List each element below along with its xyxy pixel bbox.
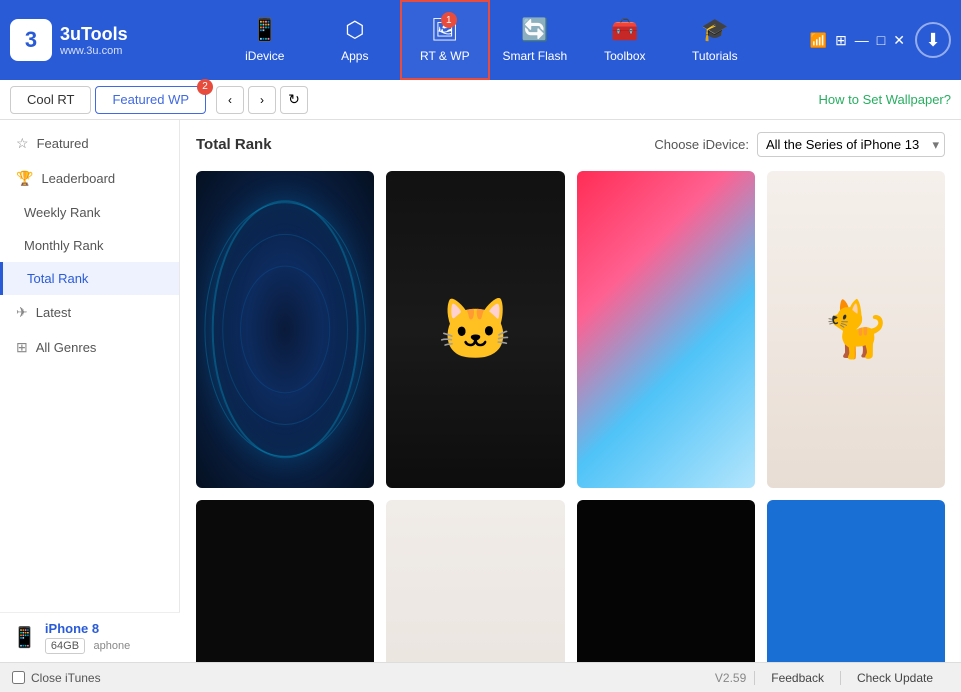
device-type: aphone xyxy=(94,640,131,652)
nav-apps[interactable]: ⬡ Apps xyxy=(310,0,400,80)
sidebar-item-leaderboard[interactable]: 🏆 Leaderboard xyxy=(0,161,179,196)
latest-icon: ✈ xyxy=(16,304,28,321)
nav-apps-label: Apps xyxy=(341,49,368,63)
device-storage: 64GB xyxy=(45,638,85,654)
wallpaper-thumb-8: 🌍 xyxy=(767,500,945,662)
content-title: Total Rank xyxy=(196,136,272,153)
logo-text: 3uTools www.3u.com xyxy=(60,24,128,57)
close-icon[interactable]: ✕ xyxy=(893,32,905,49)
wallpaper-item-6[interactable] xyxy=(386,500,564,662)
nav-idevice-label: iDevice xyxy=(245,49,284,63)
top-nav: 3 3uTools www.3u.com 📱 iDevice ⬡ Apps 1 … xyxy=(0,0,961,80)
wallpaper-thumb-2: 🐱 xyxy=(386,171,564,488)
wallpaper-thumb-3 xyxy=(577,171,755,488)
grid-icon: ⊞ xyxy=(835,32,847,49)
nav-tutorials-label: Tutorials xyxy=(692,49,738,63)
allgenres-icon: ⊞ xyxy=(16,339,28,356)
nav-arrows: ‹ › xyxy=(216,86,276,114)
sidebar-item-allgenres[interactable]: ⊞ All Genres xyxy=(0,330,179,365)
rtwp-badge: 1 xyxy=(441,12,457,28)
leaderboard-icon: 🏆 xyxy=(16,170,33,187)
wallpaper-thumb-6 xyxy=(386,500,564,662)
device-select-area: Choose iDevice: All the Series of iPhone… xyxy=(654,132,945,157)
wallpaper-item-2[interactable]: 🐱 xyxy=(386,171,564,488)
toolbox-icon: 🧰 xyxy=(611,17,638,43)
device-select[interactable]: All the Series of iPhone 13 xyxy=(757,132,945,157)
close-itunes-label: Close iTunes xyxy=(31,671,101,685)
sidebar: ☆ Featured 🏆 Leaderboard Weekly Rank Mon… xyxy=(0,120,180,662)
sidebar-item-weeklyrank[interactable]: Weekly Rank xyxy=(0,196,179,229)
close-itunes-checkbox[interactable] xyxy=(12,671,25,684)
coolrt-tab[interactable]: Cool RT xyxy=(10,86,91,114)
wallpaper-item-5[interactable]: 🌺 xyxy=(196,500,374,662)
nav-items: 📱 iDevice ⬡ Apps 1 🖼 RT & WP 🔄 Smart Fla… xyxy=(170,0,810,80)
featuredwp-tab[interactable]: Featured WP 2 xyxy=(95,86,206,114)
logo-area: 3 3uTools www.3u.com xyxy=(10,19,170,61)
sidebar-item-totalrank[interactable]: Total Rank xyxy=(0,262,179,295)
app-url: www.3u.com xyxy=(60,45,128,57)
status-left: Close iTunes xyxy=(12,671,101,685)
apps-icon: ⬡ xyxy=(345,17,364,43)
tutorials-icon: 🎓 xyxy=(701,17,728,43)
maximize-icon[interactable]: □ xyxy=(877,32,885,49)
nav-toolbox-label: Toolbox xyxy=(604,49,645,63)
cat-image: 🐱 xyxy=(386,171,564,488)
nav-right: 📶 ⊞ — □ ✕ ⬇ xyxy=(810,22,951,58)
system-icons: 📶 ⊞ — □ ✕ xyxy=(810,32,905,49)
wallpaper-thumb-5: 🌺 xyxy=(196,500,374,662)
content-header: Total Rank Choose iDevice: All the Serie… xyxy=(196,132,945,157)
back-button[interactable]: ‹ xyxy=(216,86,244,114)
content-area: Total Rank Choose iDevice: All the Serie… xyxy=(180,120,961,662)
wifi-icon: 📶 xyxy=(810,32,827,49)
sidebar-item-monthlyrank[interactable]: Monthly Rank xyxy=(0,229,179,262)
nav-smartflash[interactable]: 🔄 Smart Flash xyxy=(490,0,580,80)
wallpaper-grid: 🐱 🐈 🌺 xyxy=(196,171,945,662)
main-layout: ☆ Featured 🏆 Leaderboard Weekly Rank Mon… xyxy=(0,120,961,662)
refresh-button[interactable]: ↻ xyxy=(280,86,308,114)
status-bar: Close iTunes V2.59 Feedback Check Update xyxy=(0,662,961,692)
wallpaper-item-1[interactable] xyxy=(196,171,374,488)
wallpaper-item-3[interactable] xyxy=(577,171,755,488)
smartflash-icon: 🔄 xyxy=(521,17,548,43)
wallpaper-item-7[interactable] xyxy=(577,500,755,662)
device-select-wrap: All the Series of iPhone 13 xyxy=(757,132,945,157)
wallpaper-item-8[interactable]: 🌍 P1 ▲ xyxy=(767,500,945,662)
nav-tutorials[interactable]: 🎓 Tutorials xyxy=(670,0,760,80)
wallpaper-thumb-4: 🐈 xyxy=(767,171,945,488)
version-label: V2.59 xyxy=(715,671,746,685)
sub-nav: Cool RT Featured WP 2 ‹ › ↻ How to Set W… xyxy=(0,80,961,120)
device-name: iPhone 8 xyxy=(45,621,130,636)
forward-button[interactable]: › xyxy=(248,86,276,114)
check-update-button[interactable]: Check Update xyxy=(840,671,949,685)
download-button[interactable]: ⬇ xyxy=(915,22,951,58)
feedback-button[interactable]: Feedback xyxy=(754,671,840,685)
nav-toolbox[interactable]: 🧰 Toolbox xyxy=(580,0,670,80)
idevice-icon: 📱 xyxy=(251,17,278,43)
minimize-icon[interactable]: — xyxy=(855,32,869,49)
wallpaper-thumb-1 xyxy=(196,171,374,488)
nav-rtwp-label: RT & WP xyxy=(420,49,470,63)
device-details: iPhone 8 64GB aphone xyxy=(45,621,130,654)
featured-icon: ☆ xyxy=(16,135,29,152)
nav-rtwp[interactable]: 1 🖼 RT & WP xyxy=(400,0,490,80)
wallpaper-item-4[interactable]: 🐈 xyxy=(767,171,945,488)
nav-idevice[interactable]: 📱 iDevice xyxy=(220,0,310,80)
device-icon: 📱 xyxy=(12,625,37,650)
featuredwp-badge: 2 xyxy=(197,79,213,95)
main-wrapper: ☆ Featured 🏆 Leaderboard Weekly Rank Mon… xyxy=(0,120,961,692)
nav-smartflash-label: Smart Flash xyxy=(502,49,567,63)
how-to-link[interactable]: How to Set Wallpaper? xyxy=(819,92,951,107)
white-cat-image: 🐈 xyxy=(767,171,945,488)
wallpaper-thumb-7 xyxy=(577,500,755,662)
status-right: V2.59 Feedback Check Update xyxy=(715,671,949,685)
logo-icon: 3 xyxy=(10,19,52,61)
device-panel: 📱 iPhone 8 64GB aphone xyxy=(0,612,180,662)
app-name: 3uTools xyxy=(60,24,128,45)
sidebar-item-featured[interactable]: ☆ Featured xyxy=(0,126,179,161)
sidebar-item-latest[interactable]: ✈ Latest xyxy=(0,295,179,330)
device-label: Choose iDevice: xyxy=(654,137,749,152)
